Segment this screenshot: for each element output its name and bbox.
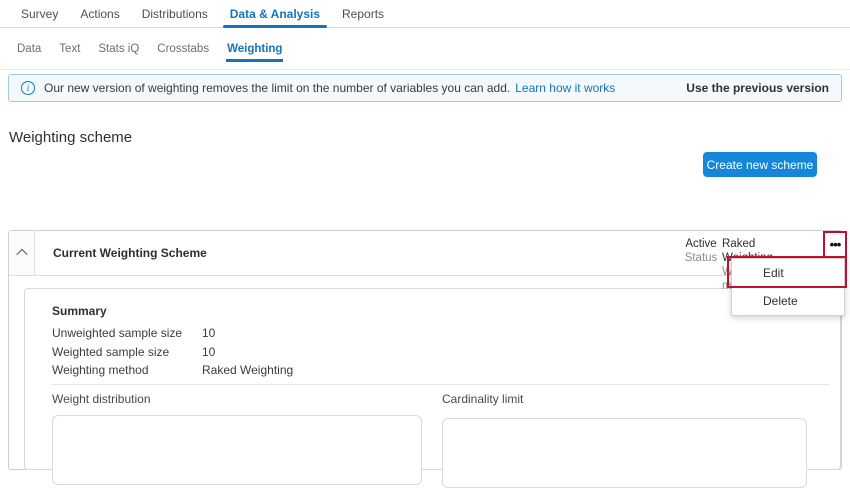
tab-data-analysis[interactable]: Data & Analysis (219, 0, 331, 27)
use-previous-version-button[interactable]: Use the previous version (686, 81, 829, 95)
summary-row-label: Weighting method (52, 364, 202, 377)
menu-item-delete[interactable]: Delete (732, 287, 844, 315)
cardinality-limit-label: Cardinality limit (442, 392, 523, 406)
subtab-stats-iq[interactable]: Stats iQ (89, 43, 148, 55)
status-value: Active (685, 237, 716, 251)
status-label: Status (685, 251, 718, 265)
summary-row: Weighted sample size 10 (52, 346, 293, 359)
summary-title: Summary (52, 304, 293, 318)
weight-distribution-box (52, 415, 422, 485)
subtab-weighting[interactable]: Weighting (218, 43, 291, 55)
subtab-crosstabs[interactable]: Crosstabs (148, 43, 218, 55)
status-field: Active Status (676, 237, 726, 265)
summary-row-label: Weighted sample size (52, 346, 202, 359)
cardinality-limit-box (442, 418, 807, 488)
menu-item-edit[interactable]: Edit (732, 259, 844, 287)
sub-nav: Data Text Stats iQ Crosstabs Weighting (0, 28, 850, 70)
page-title: Weighting scheme (9, 129, 132, 146)
tab-survey[interactable]: Survey (10, 0, 69, 27)
summary-row: Weighting method Raked Weighting (52, 364, 293, 377)
tab-distributions[interactable]: Distributions (131, 0, 219, 27)
info-banner: i Our new version of weighting removes t… (8, 74, 842, 102)
more-options-menu: Edit Delete (731, 258, 845, 316)
scheme-panel-title: Current Weighting Scheme (53, 246, 207, 260)
more-options-icon: ••• (830, 240, 841, 250)
summary-row-value: Raked Weighting (202, 364, 293, 377)
info-icon: i (21, 81, 35, 95)
weight-distribution-label: Weight distribution (52, 392, 151, 406)
summary-row-label: Unweighted sample size (52, 327, 202, 340)
scheme-details-card: Summary Unweighted sample size 10 Weight… (24, 288, 841, 470)
subtab-data[interactable]: Data (8, 43, 50, 55)
banner-message: Our new version of weighting removes the… (44, 81, 510, 95)
tab-actions[interactable]: Actions (69, 0, 130, 27)
summary-section: Summary Unweighted sample size 10 Weight… (52, 304, 293, 383)
learn-how-link[interactable]: Learn how it works (515, 81, 615, 95)
subtab-text[interactable]: Text (50, 43, 89, 55)
create-new-scheme-button[interactable]: Create new scheme (703, 152, 817, 177)
summary-row-value: 10 (202, 346, 215, 359)
current-weighting-scheme-panel: Current Weighting Scheme Summary Unweigh… (8, 230, 842, 470)
summary-row: Unweighted sample size 10 (52, 327, 293, 340)
chevron-up-icon (16, 249, 27, 260)
top-nav: Survey Actions Distributions Data & Anal… (0, 0, 850, 28)
section-divider (52, 384, 829, 385)
tab-reports[interactable]: Reports (331, 0, 395, 27)
collapse-button[interactable] (9, 231, 35, 275)
summary-row-value: 10 (202, 327, 215, 340)
more-options-button[interactable]: ••• (823, 231, 847, 258)
